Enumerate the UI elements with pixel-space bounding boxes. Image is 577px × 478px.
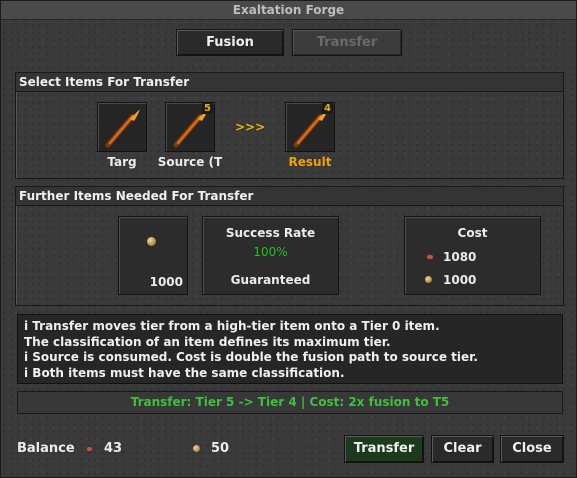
transfer-button[interactable]: Transfer <box>344 435 424 463</box>
red-gem-icon <box>87 447 92 451</box>
balance-coins-value: 50 <box>211 441 230 456</box>
gold-coin-icon <box>425 276 432 283</box>
target-item-slot[interactable] <box>97 102 147 152</box>
success-rate-value: 100% <box>253 245 288 259</box>
further-items-panel: Further Items Needed For Transfer 1000 S… <box>15 186 564 306</box>
success-rate-box: Success Rate 100% Guaranteed <box>202 216 339 295</box>
success-rate-label: Success Rate <box>225 226 316 240</box>
cost-coins-value: 1000 <box>443 273 477 287</box>
info-line: i Both items must have the same classifi… <box>24 365 345 380</box>
cost-gems-value: 1080 <box>443 250 477 264</box>
close-button[interactable]: Close <box>500 435 564 463</box>
info-line: The classification of an item defines it… <box>24 334 391 349</box>
transfer-arrow: >>> <box>235 120 266 134</box>
exaltation-forge-window: Exaltation Forge Fusion Transfer Select … <box>0 0 577 478</box>
further-items-header: Further Items Needed For Transfer <box>16 187 563 206</box>
tab-transfer[interactable]: Transfer <box>292 29 402 56</box>
balance-gems-value: 43 <box>104 441 123 456</box>
transfer-status-bar: Transfer: Tier 5 -> Tier 4 | Cost: 2x fu… <box>17 391 563 414</box>
tab-fusion[interactable]: Fusion <box>176 29 284 56</box>
staff-icon <box>105 109 140 148</box>
window-title: Exaltation Forge <box>1 1 576 20</box>
required-item-box: 1000 <box>118 216 188 295</box>
result-slot-label: Result <box>288 155 332 169</box>
select-items-header: Select Items For Transfer <box>16 73 563 92</box>
target-slot-label: Targ <box>107 155 137 169</box>
info-line: i Transfer moves tier from a high-tier i… <box>24 319 440 333</box>
clear-button[interactable]: Clear <box>431 435 494 463</box>
source-slot-label: Source (T <box>157 155 223 169</box>
red-gem-icon <box>427 255 433 259</box>
balance-label: Balance <box>17 441 75 456</box>
cost-label: Cost <box>457 226 488 240</box>
select-items-panel: Select Items For Transfer Targ 5 Source … <box>15 72 564 179</box>
info-text-box: i Transfer moves tier from a high-tier i… <box>17 314 563 384</box>
cost-box: Cost 1080 1000 <box>404 216 541 295</box>
result-tier-badge: 4 <box>322 103 333 114</box>
gold-coin-icon <box>193 445 200 452</box>
gold-coin-icon <box>147 237 156 246</box>
success-guaranteed-label: Guaranteed <box>230 273 311 287</box>
source-tier-badge: 5 <box>202 103 213 114</box>
result-item-slot: 4 <box>285 102 335 152</box>
info-line: i Source is consumed. Cost is double the… <box>24 350 478 364</box>
required-item-count: 1000 <box>149 275 183 289</box>
source-item-slot[interactable]: 5 <box>165 102 215 152</box>
